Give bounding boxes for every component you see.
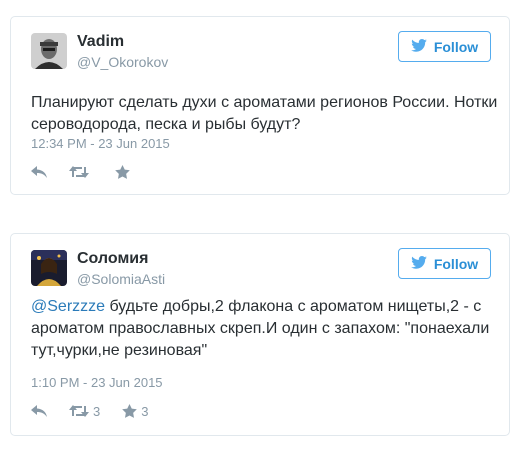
- follow-button[interactable]: Follow: [398, 248, 491, 279]
- follow-label: Follow: [433, 255, 479, 272]
- star-icon: [122, 404, 138, 418]
- reply-icon: [31, 404, 47, 418]
- reply-button[interactable]: [31, 165, 47, 179]
- retweet-button[interactable]: 3: [69, 404, 100, 419]
- twitter-bird-icon: [411, 255, 427, 272]
- tweet-header: Соломия @SolomiaAsti Follow: [31, 248, 491, 290]
- tweet-card: Соломия @SolomiaAsti Follow @Serzzze буд…: [10, 233, 510, 436]
- tweet-author[interactable]: Vadim @V_Okorokov: [77, 32, 168, 71]
- tweet-actions: 3 3: [31, 401, 170, 421]
- screen-name[interactable]: @V_Okorokov: [77, 53, 168, 71]
- display-name[interactable]: Vadim: [77, 32, 168, 52]
- favorite-button[interactable]: [115, 165, 134, 179]
- tweet-header: Vadim @V_Okorokov Follow: [31, 31, 491, 73]
- favorite-button[interactable]: 3: [122, 404, 148, 419]
- screen-name[interactable]: @SolomiaAsti: [77, 270, 165, 288]
- tweet-text: @Serzzze будьте добры,2 флакона с аромат…: [31, 296, 499, 362]
- avatar[interactable]: [31, 250, 67, 286]
- tweet-text-body: Планируют сделать духи с ароматами регио…: [31, 94, 498, 133]
- tweet-timestamp[interactable]: 12:34 PM - 23 Jun 2015: [31, 136, 170, 151]
- retweet-button[interactable]: [69, 165, 93, 179]
- tweet-author[interactable]: Соломия @SolomiaAsti: [77, 249, 165, 288]
- avatar[interactable]: [31, 33, 67, 69]
- tweet-text: Планируют сделать духи с ароматами регио…: [31, 92, 499, 136]
- display-name[interactable]: Соломия: [77, 249, 165, 269]
- mention-link[interactable]: @Serzzze: [31, 298, 105, 315]
- tweet-timestamp[interactable]: 1:10 PM - 23 Jun 2015: [31, 375, 163, 390]
- reply-icon: [31, 165, 47, 179]
- tweet-card: Vadim @V_Okorokov Follow Планируют сдела…: [10, 16, 510, 195]
- retweet-icon: [69, 404, 89, 418]
- follow-button[interactable]: Follow: [398, 31, 491, 62]
- favorite-count: 3: [141, 403, 149, 419]
- follow-label: Follow: [433, 38, 479, 55]
- retweet-icon: [69, 165, 89, 179]
- twitter-bird-icon: [411, 38, 427, 55]
- tweet-actions: [31, 162, 156, 182]
- reply-button[interactable]: [31, 404, 47, 418]
- retweet-count: 3: [93, 403, 101, 419]
- star-icon: [115, 165, 130, 179]
